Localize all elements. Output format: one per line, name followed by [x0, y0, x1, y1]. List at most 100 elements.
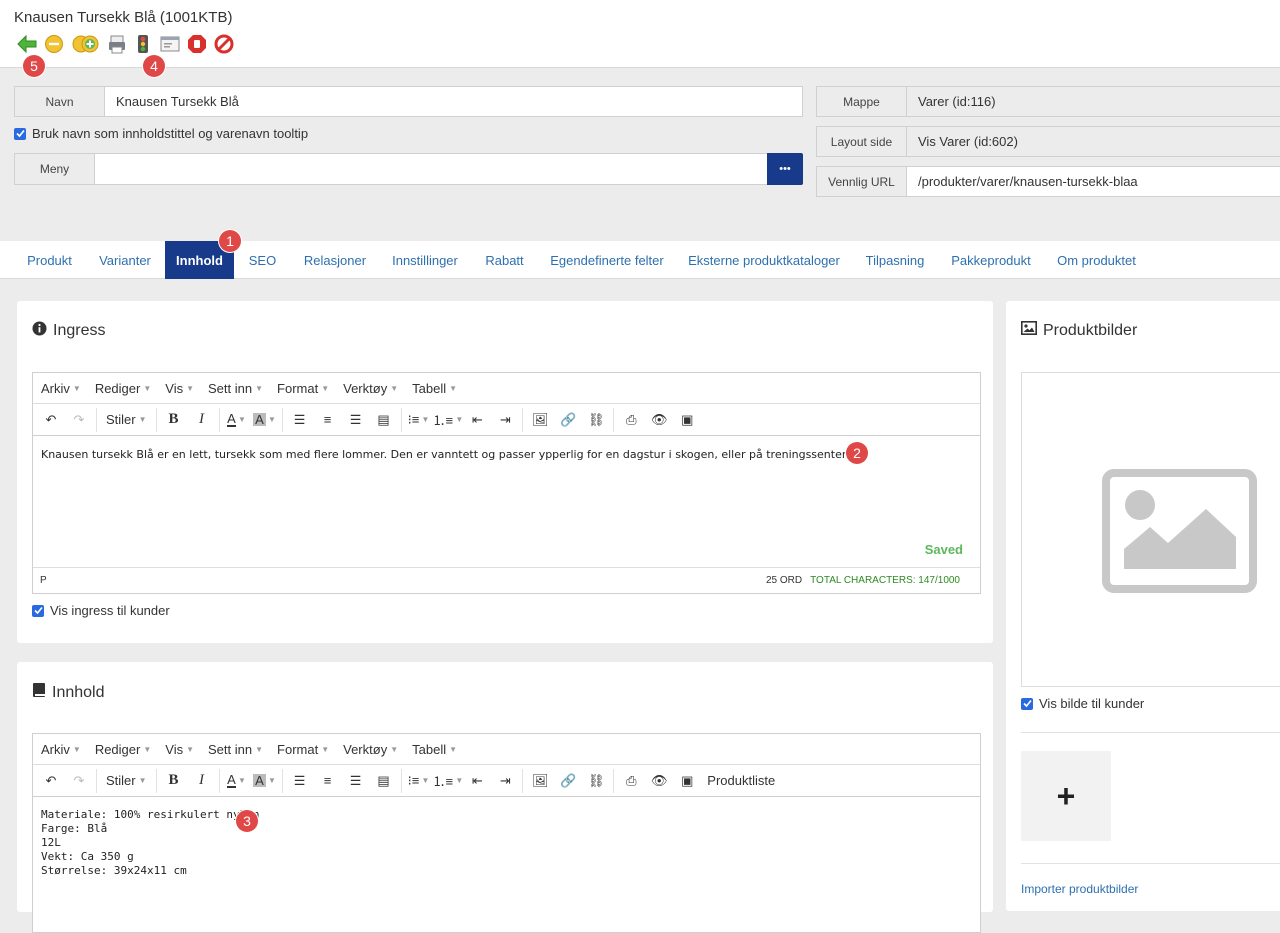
undo-icon[interactable]: ↶ [37, 408, 65, 432]
preview-eye-icon[interactable]: 👁 [645, 408, 673, 432]
indent-icon[interactable]: ⇥ [491, 408, 519, 432]
produktbilder-card: Produktbilder Vis bilde til kunder + Imp… [1006, 301, 1280, 911]
back-icon[interactable] [17, 34, 37, 54]
menu-format[interactable]: Format ▼ [277, 381, 329, 396]
media-icon[interactable]: ▣ [673, 769, 701, 793]
menu-format[interactable]: Format ▼ [277, 742, 329, 757]
print-icon[interactable]: ⎙ [617, 769, 645, 793]
align-justify-icon[interactable]: ▤ [370, 408, 398, 432]
meny-label: Meny [14, 153, 95, 185]
menu-sett-inn[interactable]: Sett inn ▼ [208, 381, 263, 396]
italic-icon[interactable]: I [188, 769, 216, 793]
innhold-content[interactable]: Materiale: 100% resirkulert nylon Farge:… [33, 797, 980, 907]
outdent-icon[interactable]: ⇤ [463, 408, 491, 432]
tab-pakkeprodukt[interactable]: Pakkeprodukt [938, 241, 1044, 279]
menu-tabell[interactable]: Tabell ▼ [412, 381, 457, 396]
tab-relasjoner[interactable]: Relasjoner [291, 241, 379, 279]
image-icon[interactable]: 🖼 [526, 769, 554, 793]
tab-rabatt[interactable]: Rabatt [471, 241, 538, 279]
tab-innstillinger[interactable]: Innstillinger [379, 241, 471, 279]
unlink-icon[interactable]: ⛓ [582, 769, 610, 793]
bg-color-icon[interactable]: A ▼ [251, 769, 279, 793]
print-icon[interactable] [107, 34, 127, 54]
redo-icon[interactable]: ↷ [65, 769, 93, 793]
menu-rediger[interactable]: Rediger ▼ [95, 381, 151, 396]
menu-tabell[interactable]: Tabell ▼ [412, 742, 457, 757]
link-icon[interactable]: 🔗 [554, 769, 582, 793]
add-image-button[interactable]: + [1021, 751, 1111, 841]
preview-icon[interactable] [160, 34, 180, 54]
stop-icon[interactable] [187, 34, 207, 54]
text-color-icon[interactable]: A ▼ [223, 769, 251, 793]
menu-verktoy[interactable]: Verktøy ▼ [343, 742, 398, 757]
add-icon[interactable] [72, 34, 100, 54]
styles-dropdown[interactable]: Stiler ▼ [100, 769, 153, 793]
innhold-menubar: Arkiv ▼ Rediger ▼ Vis ▼ Sett inn ▼ Format ▼ V… [33, 734, 980, 765]
align-right-icon[interactable]: ☰ [342, 769, 370, 793]
align-left-icon[interactable]: ☰ [286, 769, 314, 793]
image-icon[interactable]: 🖼 [526, 408, 554, 432]
bold-icon[interactable]: B [160, 769, 188, 793]
align-justify-icon[interactable]: ▤ [370, 769, 398, 793]
numbered-list-icon[interactable]: ⒈≡ ▼ [433, 769, 464, 793]
align-right-icon[interactable]: ☰ [342, 408, 370, 432]
preview-eye-icon[interactable]: 👁 [645, 769, 673, 793]
meny-more-button[interactable]: ••• [767, 153, 803, 185]
numbered-list-icon[interactable]: ⒈≡ ▼ [433, 408, 464, 432]
align-center-icon[interactable]: ≡ [314, 408, 342, 432]
menu-sett-inn[interactable]: Sett inn ▼ [208, 742, 263, 757]
styles-dropdown[interactable]: Stiler ▼ [100, 408, 153, 432]
innhold-line: Farge: Blå [41, 822, 108, 835]
menu-arkiv[interactable]: Arkiv ▼ [41, 381, 81, 396]
menu-vis[interactable]: Vis ▼ [165, 742, 194, 757]
layout-value: Vis Varer (id:602) [906, 126, 1280, 157]
text-color-icon[interactable]: A ▼ [223, 408, 251, 432]
element-path: P [40, 575, 47, 586]
book-icon [32, 682, 46, 703]
media-icon[interactable]: ▣ [673, 408, 701, 432]
bullet-list-icon[interactable]: ⁝≡ ▼ [405, 769, 433, 793]
product-image-placeholder[interactable] [1021, 372, 1280, 687]
cancel-icon[interactable] [214, 34, 234, 54]
italic-icon[interactable]: I [188, 408, 216, 432]
meny-input[interactable] [94, 153, 768, 185]
ingress-card: Ingress Arkiv ▼ Rediger ▼ Vis ▼ Sett inn ▼ F… [17, 301, 993, 643]
minus-icon[interactable] [44, 34, 64, 54]
link-icon[interactable]: 🔗 [554, 408, 582, 432]
indent-icon[interactable]: ⇥ [491, 769, 519, 793]
ingress-content[interactable]: Knausen tursekk Blå er en lett, tursekk … [33, 436, 980, 567]
menu-verktoy[interactable]: Verktøy ▼ [343, 381, 398, 396]
ingress-text: Knausen tursekk Blå er en lett, tursekk … [41, 448, 849, 461]
redo-icon[interactable]: ↷ [65, 408, 93, 432]
show-image-checkbox[interactable]: Vis bilde til kunder [1021, 696, 1144, 711]
ingress-statusbar: P 25 ORD TOTAL CHARACTERS: 147/1000 [33, 567, 980, 593]
align-center-icon[interactable]: ≡ [314, 769, 342, 793]
tab-tilpasning[interactable]: Tilpasning [852, 241, 938, 279]
traffic-light-icon[interactable] [133, 34, 153, 54]
tab-produkt[interactable]: Produkt [14, 241, 85, 279]
tab-egendefinerte-felter[interactable]: Egendefinerte felter [538, 241, 676, 279]
menu-rediger[interactable]: Rediger ▼ [95, 742, 151, 757]
bullet-list-icon[interactable]: ⁝≡ ▼ [405, 408, 433, 432]
import-images-link[interactable]: Importer produktbilder [1021, 882, 1138, 896]
navn-input[interactable]: Knausen Tursekk Blå [104, 86, 803, 117]
tab-varianter[interactable]: Varianter [85, 241, 165, 279]
show-ingress-checkbox[interactable]: Vis ingress til kunder [32, 603, 170, 618]
tab-om-produktet[interactable]: Om produktet [1044, 241, 1149, 279]
url-input[interactable]: /produkter/varer/knausen-tursekk-blaa [906, 166, 1280, 197]
print-icon[interactable]: ⎙ [617, 408, 645, 432]
produktliste-button[interactable]: Produktliste [701, 769, 781, 793]
unlink-icon[interactable]: ⛓ [582, 408, 610, 432]
menu-arkiv[interactable]: Arkiv ▼ [41, 742, 81, 757]
annotation-badge-2: 2 [846, 442, 868, 464]
align-left-icon[interactable]: ☰ [286, 408, 314, 432]
bold-icon[interactable]: B [160, 408, 188, 432]
use-name-checkbox[interactable]: Bruk navn som innholdstittel og varenavn… [14, 126, 308, 141]
outdent-icon[interactable]: ⇤ [463, 769, 491, 793]
tab-eksterne-produktkataloger[interactable]: Eksterne produktkataloger [676, 241, 852, 279]
layout-label: Layout side [816, 126, 907, 157]
bg-color-icon[interactable]: A ▼ [251, 408, 279, 432]
tab-seo[interactable]: SEO [234, 241, 291, 279]
undo-icon[interactable]: ↶ [37, 769, 65, 793]
menu-vis[interactable]: Vis ▼ [165, 381, 194, 396]
